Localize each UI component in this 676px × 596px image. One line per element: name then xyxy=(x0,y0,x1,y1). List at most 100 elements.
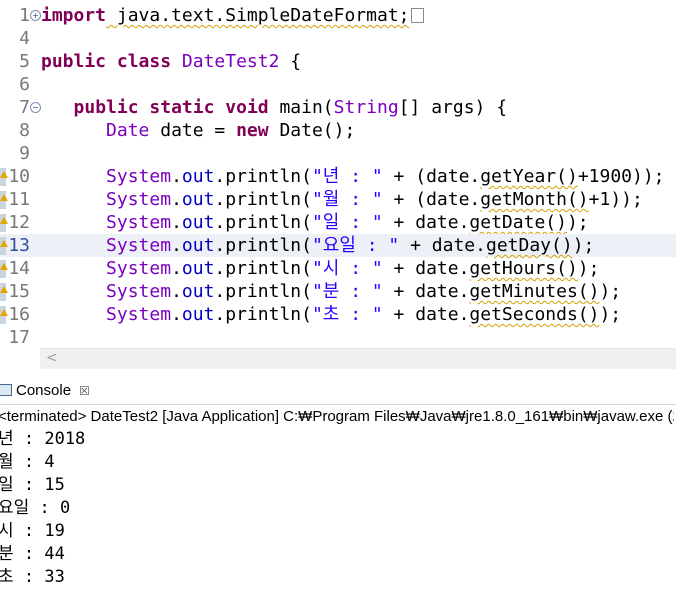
code-line[interactable]: 13 System.out.println("요일 : " + date.get… xyxy=(0,234,676,257)
console-output-line: 년 : 2018 xyxy=(0,429,86,449)
code-token: .println( xyxy=(214,235,312,256)
warning-icon[interactable] xyxy=(0,263,8,270)
horizontal-scrollbar[interactable]: < xyxy=(40,348,676,369)
console-tab-bar: Console ☒ xyxy=(0,378,676,405)
code-token: [] args) { xyxy=(398,97,508,118)
code-line[interactable]: 12 System.out.println("일 : " + date.getD… xyxy=(0,211,676,234)
code-token: + (date. xyxy=(382,166,481,187)
code-token: .println( xyxy=(214,304,312,325)
code-token: ); xyxy=(599,281,622,302)
code-token: import xyxy=(41,5,107,26)
code-token: . xyxy=(171,258,182,279)
code-token: System xyxy=(106,212,172,233)
code-token: System xyxy=(106,166,172,187)
code-line[interactable]: 9 xyxy=(0,142,676,165)
warning-icon[interactable] xyxy=(0,240,8,247)
code-text: public class DateTest2 { xyxy=(41,50,301,73)
code-token: "일 : " xyxy=(311,212,383,233)
code-token: class xyxy=(116,51,172,72)
tab-console[interactable]: Console ☒ xyxy=(0,380,90,402)
code-line[interactable]: 1 + import java.text.SimpleDateFormat; xyxy=(0,4,676,27)
code-token: out xyxy=(181,235,215,256)
line-number: 12 xyxy=(8,212,30,233)
line-number: 10 xyxy=(8,166,30,187)
code-token: out xyxy=(181,304,215,325)
code-text: System.out.println("월 : " + (date.getMon… xyxy=(41,188,643,211)
code-line[interactable]: 14 System.out.println("시 : " + date.getH… xyxy=(0,257,676,280)
code-token: .println( xyxy=(214,189,312,210)
code-token: .println( xyxy=(214,281,312,302)
warning-icon[interactable] xyxy=(0,309,8,316)
code-line[interactable]: 10 System.out.println("년 : " + (date.get… xyxy=(0,165,676,188)
code-line[interactable]: 5 public class DateTest2 { xyxy=(0,50,676,73)
code-token: System xyxy=(106,281,172,302)
code-token: out xyxy=(181,212,215,233)
code-token: getDate() xyxy=(469,212,567,233)
warning-icon[interactable] xyxy=(0,217,8,224)
console-output[interactable]: 년 : 2018 월 : 4 일 : 15 요일 : 0 시 : 19 분 : 44 초 :… xyxy=(0,428,676,589)
console-output-line: 요일 : 0 xyxy=(0,498,71,518)
console-status: <terminated> DateTest2 [Java Application… xyxy=(0,408,674,425)
code-token: . xyxy=(171,189,182,210)
code-token: +1)); xyxy=(588,189,643,210)
code-token: out xyxy=(181,258,215,279)
code-text: System.out.println("시 : " + date.getHour… xyxy=(41,257,599,280)
code-token: "월 : " xyxy=(311,189,383,210)
code-token: "년 : " xyxy=(311,166,383,187)
code-token: . xyxy=(171,212,182,233)
line-number: 16 xyxy=(8,304,30,325)
code-line[interactable]: 4 xyxy=(0,27,676,50)
console-icon xyxy=(0,384,12,396)
code-line[interactable]: 15 System.out.println("분 : " + date.getM… xyxy=(0,280,676,303)
code-line[interactable]: 17 xyxy=(0,326,676,349)
code-token: public xyxy=(41,51,107,72)
code-line[interactable]: 7− public static void main(String[] args… xyxy=(0,96,676,119)
fold-expand-icon[interactable]: + xyxy=(30,10,41,21)
code-token: System xyxy=(106,189,172,210)
close-icon[interactable]: ☒ xyxy=(79,384,90,398)
code-line[interactable]: 8 Date date = new Date(); xyxy=(0,119,676,142)
code-text: Date date = new Date(); xyxy=(41,119,355,142)
code-token: out xyxy=(181,281,215,302)
code-token: { xyxy=(279,51,302,72)
code-token: + date. xyxy=(382,212,470,233)
code-token: java.text.SimpleDateFormat; xyxy=(106,5,410,26)
code-token: + date. xyxy=(382,258,470,279)
console-output-line: 분 : 44 xyxy=(0,544,65,564)
warning-icon[interactable] xyxy=(0,171,8,178)
code-token: "초 : " xyxy=(311,304,383,325)
code-token: "요일 : " xyxy=(311,235,400,256)
code-token: public xyxy=(73,97,139,118)
code-text: System.out.println("분 : " + date.getMinu… xyxy=(41,280,621,303)
chevron-left-icon[interactable]: < xyxy=(46,350,58,366)
code-line[interactable]: 11 System.out.println("월 : " + (date.get… xyxy=(0,188,676,211)
code-text: import java.text.SimpleDateFormat; xyxy=(41,4,425,27)
code-editor[interactable]: 1 + import java.text.SimpleDateFormat; 4 5 pu… xyxy=(0,0,676,348)
code-token: System xyxy=(106,235,172,256)
code-token: getYear() xyxy=(480,166,578,187)
code-token: String xyxy=(333,97,399,118)
fold-expand-icon[interactable]: − xyxy=(30,102,41,113)
code-line[interactable]: 16 System.out.println("초 : " + date.getS… xyxy=(0,303,676,326)
line-number: 14 xyxy=(8,258,30,279)
warning-icon[interactable] xyxy=(0,194,8,201)
code-token: ); xyxy=(566,212,589,233)
line-number: 11 xyxy=(8,189,30,210)
code-token: out xyxy=(181,189,215,210)
code-text: System.out.println("년 : " + (date.getYea… xyxy=(41,165,664,188)
code-text: System.out.println("일 : " + date.getDate… xyxy=(41,211,589,234)
code-token: Date xyxy=(106,120,150,141)
code-text: System.out.println("요일 : " + date.getDay… xyxy=(41,234,594,257)
code-token: .println( xyxy=(214,212,312,233)
code-line[interactable]: 6 xyxy=(0,73,676,96)
line-number: 6 xyxy=(19,74,30,95)
warning-icon[interactable] xyxy=(0,286,8,293)
collapsed-imports-icon[interactable] xyxy=(411,8,425,23)
